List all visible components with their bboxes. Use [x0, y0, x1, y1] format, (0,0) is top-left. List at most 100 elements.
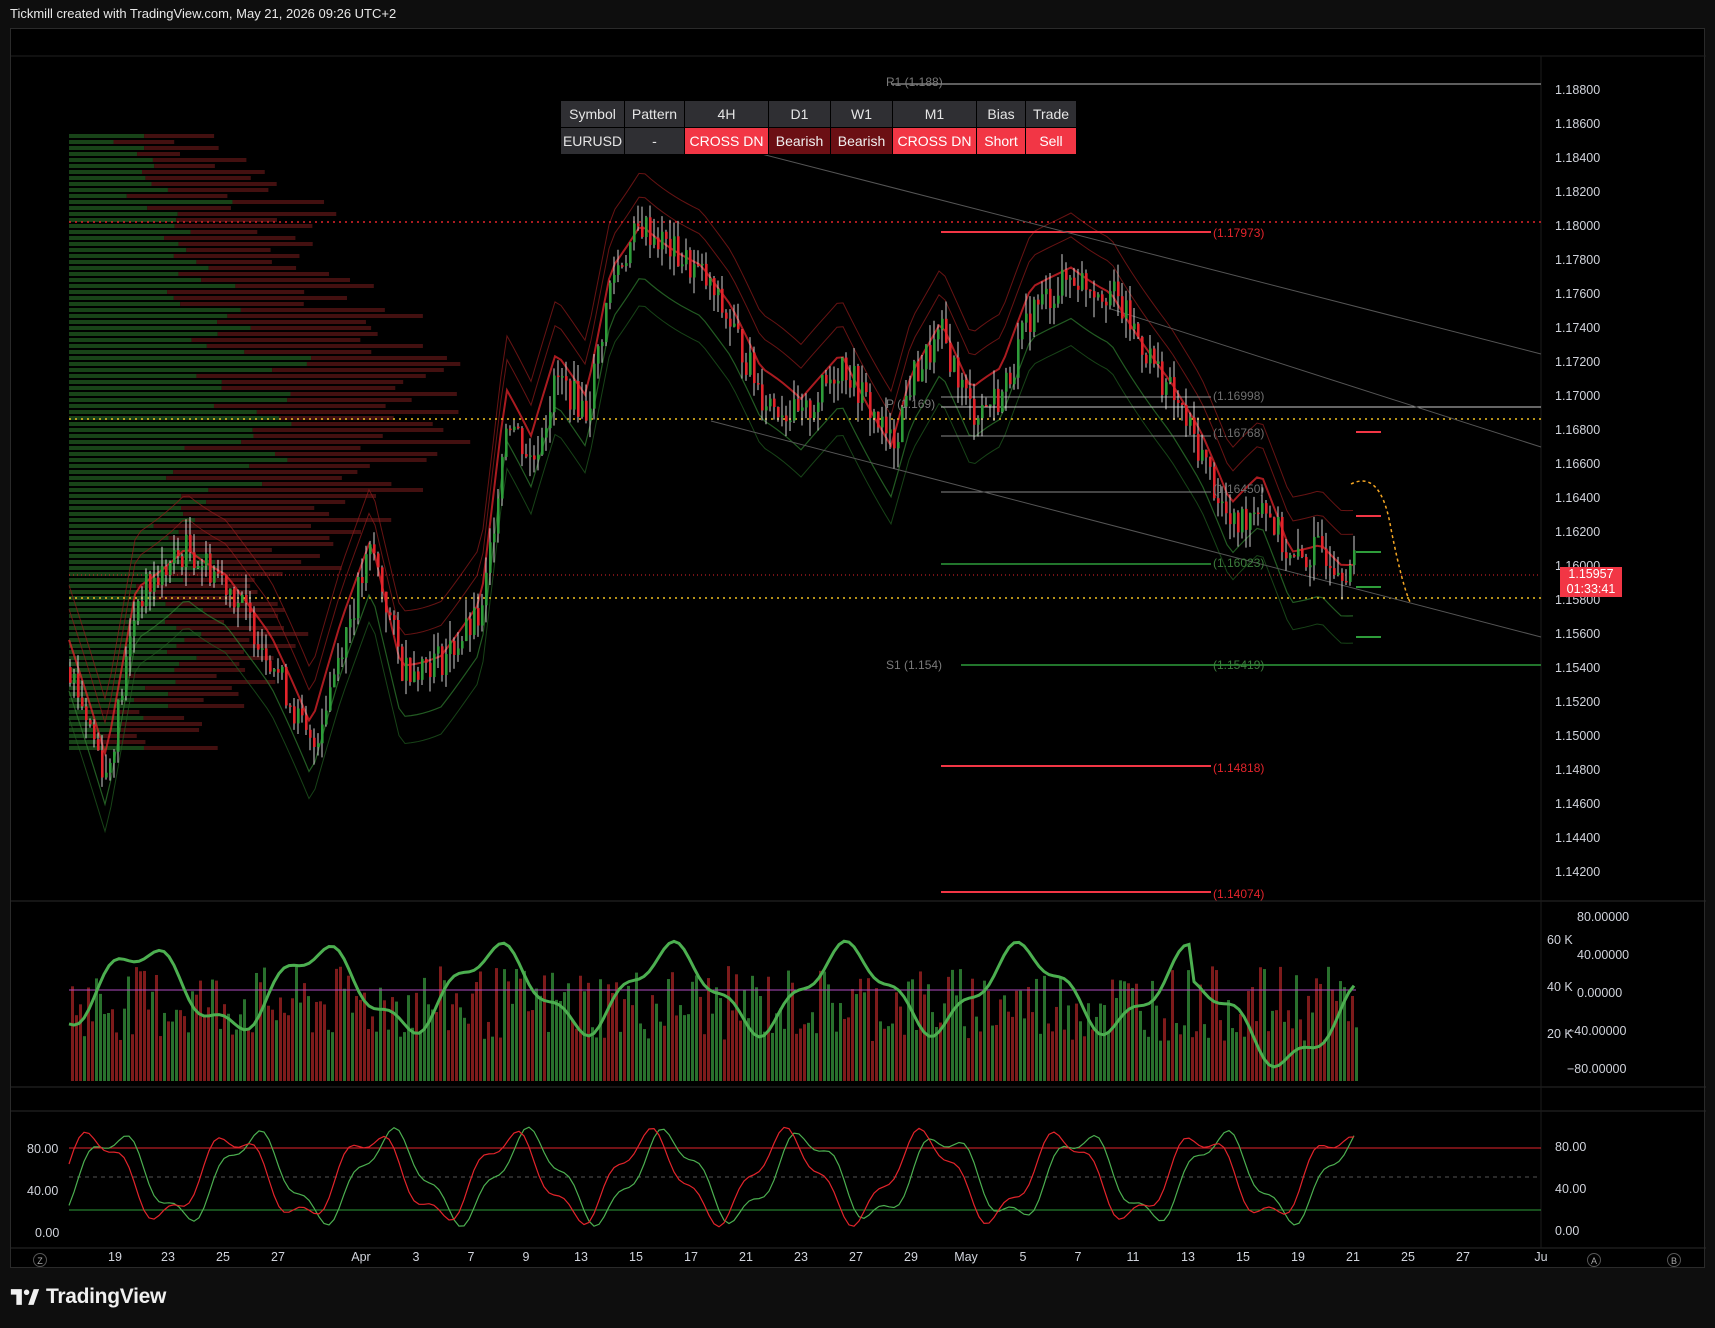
volume-bar — [1351, 995, 1354, 1081]
volume-profile-bar — [217, 320, 366, 324]
volume-bar — [1043, 975, 1046, 1081]
candle-body — [257, 644, 260, 650]
candle-body — [505, 428, 508, 457]
candle-body — [1309, 565, 1312, 568]
volume-profile-bar — [69, 284, 236, 288]
candle-body — [429, 662, 432, 678]
volume-profile-bar — [179, 662, 240, 666]
candle-body — [713, 278, 716, 296]
volume-profile-bar — [69, 452, 275, 456]
volume-bar — [483, 1038, 486, 1081]
candle-body — [1125, 300, 1128, 319]
candle-body — [597, 346, 600, 364]
volume-bar — [843, 1018, 846, 1081]
volume-bar — [675, 1015, 678, 1081]
volume-bar — [539, 995, 542, 1081]
candle-body — [717, 288, 720, 296]
volume-bar — [1079, 1021, 1082, 1081]
volume-bar — [619, 1031, 622, 1081]
candle-body — [645, 217, 648, 238]
volume-bar — [603, 1037, 606, 1081]
candle-body — [457, 648, 460, 655]
volume-bar — [1339, 981, 1342, 1081]
candle-body — [661, 231, 664, 250]
volume-bar — [763, 1031, 766, 1081]
candle-body — [137, 600, 140, 621]
volume-bar — [1215, 970, 1218, 1081]
candle-body — [1189, 417, 1192, 426]
volume-bar — [1259, 967, 1262, 1081]
volume-bar — [659, 1021, 662, 1081]
candle-body — [1013, 377, 1016, 385]
volume-bar — [1151, 980, 1154, 1081]
candle-body — [897, 442, 900, 449]
b-button[interactable]: B — [1667, 1253, 1681, 1267]
candle-body — [85, 706, 88, 721]
price-label: 1.17400 — [1555, 321, 1600, 335]
volume-bar — [1219, 1020, 1222, 1081]
volume-bar — [1055, 1006, 1058, 1081]
candle-body — [949, 342, 952, 372]
volume-bar — [1095, 1016, 1098, 1081]
volume-bar — [159, 1036, 162, 1081]
time-axis[interactable]: 19 23 25 27 Apr 3 7 9 13 15 17 21 23 27 … — [108, 1250, 1548, 1264]
candle-body — [757, 383, 760, 385]
candle-body — [913, 361, 916, 396]
volume-profile-bar — [181, 506, 315, 510]
candle-body — [1049, 288, 1052, 309]
candle-body — [1105, 301, 1108, 306]
volume-bar — [507, 981, 510, 1081]
stoch-right-label: 80.00 — [1555, 1140, 1586, 1154]
volume-profile-bar — [175, 680, 276, 684]
candle-body — [141, 600, 144, 607]
candle-body — [373, 544, 376, 554]
volume-profile-bar — [69, 356, 312, 360]
time-label: 21 — [739, 1250, 753, 1264]
auto-scale-button[interactable]: A — [1587, 1253, 1601, 1267]
candle-body — [1233, 512, 1236, 525]
candle-body — [649, 217, 652, 245]
candle-body — [889, 429, 892, 434]
volume-bar — [123, 1008, 126, 1081]
volume-profile-bar — [194, 518, 392, 522]
candle-body — [961, 379, 964, 388]
volume-bar — [251, 1032, 254, 1081]
volume-bar — [235, 1029, 238, 1081]
volume-profile-bar — [69, 332, 218, 336]
candle-body — [877, 411, 880, 428]
volume-bar — [219, 1028, 222, 1081]
zoom-button[interactable]: Z — [33, 1253, 47, 1267]
candle-body — [665, 231, 668, 239]
candle-body — [233, 588, 236, 608]
candle-body — [161, 566, 164, 586]
candle-body — [125, 656, 128, 696]
volume-bar — [291, 998, 294, 1081]
volume-bar — [863, 992, 866, 1081]
volume-profile-bar — [69, 320, 218, 324]
candle-body — [705, 263, 708, 286]
chart-canvas[interactable]: R1 (1.188) P (1.169) S1 (1.154) (1.17973… — [11, 29, 1706, 1269]
volume-profile-bar — [137, 152, 180, 156]
volume-profile-bar — [166, 476, 342, 480]
volume-bar — [363, 992, 366, 1081]
volume-bar — [1179, 1034, 1182, 1081]
candle-body — [117, 700, 120, 752]
candle-body — [1341, 572, 1344, 581]
candle-body — [817, 402, 820, 413]
price-axis[interactable]: 1.18800 1.18600 1.18400 1.18200 1.18000 … — [1555, 83, 1600, 879]
volume-profile-bar — [69, 290, 168, 294]
volume-bar — [287, 1015, 290, 1081]
volume-bar — [1159, 1040, 1162, 1081]
candle-body — [149, 574, 152, 592]
chart-frame[interactable]: R1 (1.188) P (1.169) S1 (1.154) (1.17973… — [10, 28, 1706, 1269]
volume-bar — [331, 1032, 334, 1081]
volume-bar — [1227, 1000, 1230, 1081]
volume-profile-bar — [69, 140, 114, 144]
price-label: 1.14800 — [1555, 763, 1600, 777]
price-label: 1.15400 — [1555, 661, 1600, 675]
volume-profile-bar — [69, 506, 182, 510]
candle-body — [869, 392, 872, 418]
volume-bar — [1299, 1019, 1302, 1081]
volume-profile-bar — [69, 398, 288, 402]
volume-profile-bar — [96, 740, 146, 744]
